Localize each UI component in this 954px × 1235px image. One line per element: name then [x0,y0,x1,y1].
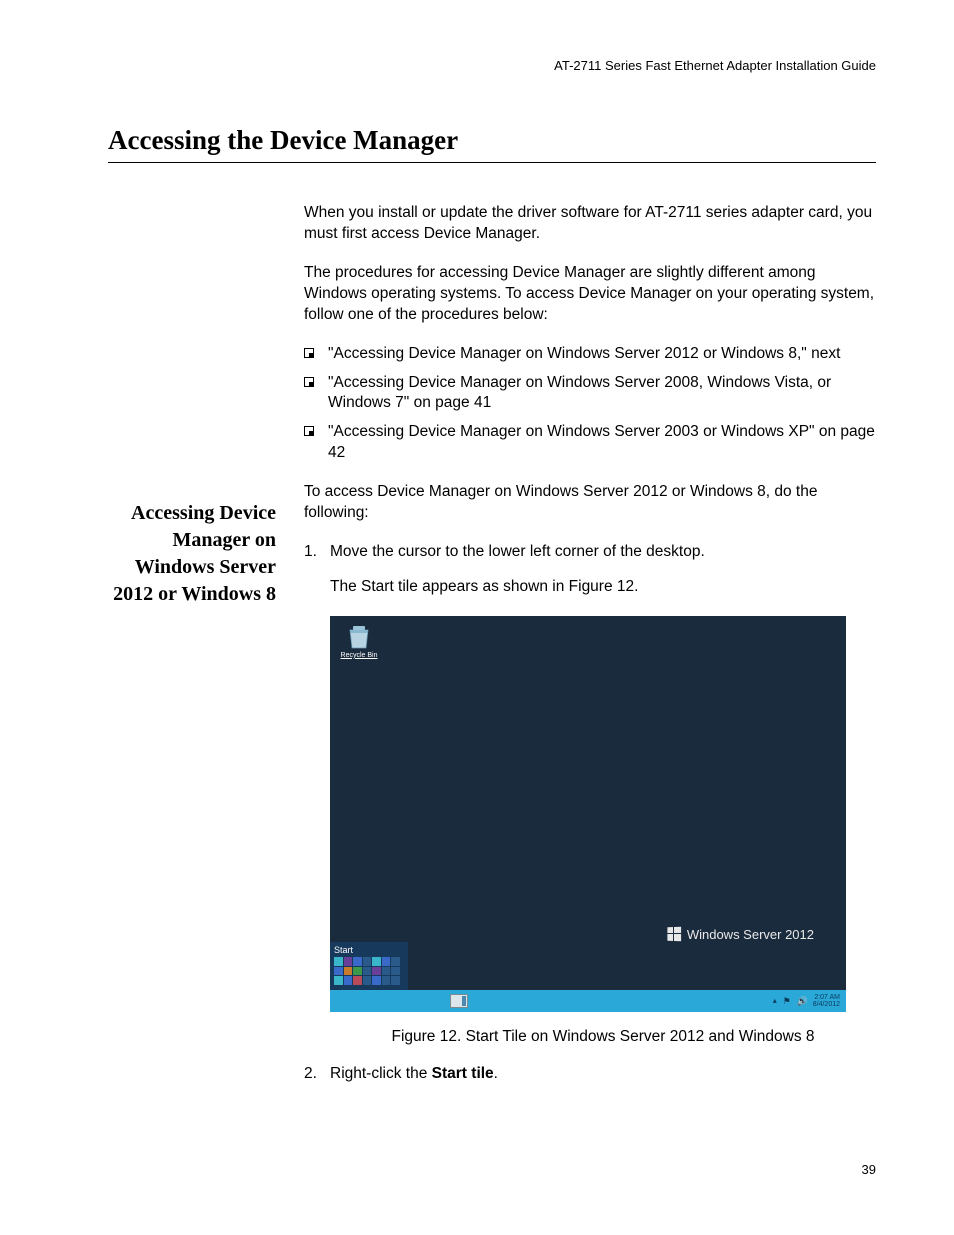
recycle-bin: Recycle Bin [338,624,380,659]
checkbox-bullet-icon [304,377,314,387]
step-text: Right-click the Start tile. [330,1064,876,1085]
taskbar: ▴ ⚑ 🔊 2:07 AM 8/4/2012 [330,990,846,1012]
list-item: "Accessing Device Manager on Windows Ser… [304,344,876,365]
step-text: Move the cursor to the lower left corner… [330,542,876,563]
list-item: "Accessing Device Manager on Windows Ser… [304,373,876,415]
system-tray: ▴ ⚑ 🔊 2:07 AM 8/4/2012 [773,994,840,1009]
recycle-bin-label: Recycle Bin [338,652,380,659]
checkbox-bullet-icon [304,426,314,436]
start-label: Start [334,945,404,955]
step-item: 1. Move the cursor to the lower left cor… [304,542,876,563]
server-manager-icon [450,994,468,1008]
tray-caret-icon: ▴ [773,996,777,1005]
figure: Recycle Bin Windows Server 2012 Start [330,616,876,1046]
tray-time: 2:07 AM [813,994,840,1001]
bullet-text: "Accessing Device Manager on Windows Ser… [328,373,876,415]
intro-paragraph-2: The procedures for accessing Device Mana… [304,263,876,326]
running-header: AT-2711 Series Fast Ethernet Adapter Ins… [108,58,876,73]
start-tile: Start [330,942,408,990]
tray-date: 8/4/2012 [813,1001,840,1008]
intro-paragraph-1: When you install or update the driver so… [304,203,876,245]
bullet-text: "Accessing Device Manager on Windows Ser… [328,344,840,365]
checkbox-bullet-icon [304,348,314,358]
recycle-bin-icon [347,624,371,650]
page-title: Accessing the Device Manager [108,125,876,163]
windows-logo-icon [667,927,681,942]
list-item: "Accessing Device Manager on Windows Ser… [304,422,876,464]
page-number: 39 [862,1162,876,1177]
bullet-text: "Accessing Device Manager on Windows Ser… [328,422,876,464]
step-item: 2. Right-click the Start tile. [304,1064,876,1085]
step-number: 2. [304,1064,330,1085]
os-watermark: Windows Server 2012 [667,927,814,942]
bullet-list: "Accessing Device Manager on Windows Ser… [304,344,876,465]
volume-icon: 🔊 [797,996,807,1006]
windows-desktop-screenshot: Recycle Bin Windows Server 2012 Start [330,616,846,1012]
watermark-text: Windows Server 2012 [687,927,814,942]
side-heading: Accessing Device Manager on Windows Serv… [108,500,276,608]
action-center-icon: ⚑ [783,996,793,1006]
step-sub-paragraph: The Start tile appears as shown in Figur… [330,577,876,598]
section-intro: To access Device Manager on Windows Serv… [304,482,876,524]
figure-caption: Figure 12. Start Tile on Windows Server … [330,1028,876,1046]
start-tile-grid-icon [334,957,400,985]
step-number: 1. [304,542,330,563]
